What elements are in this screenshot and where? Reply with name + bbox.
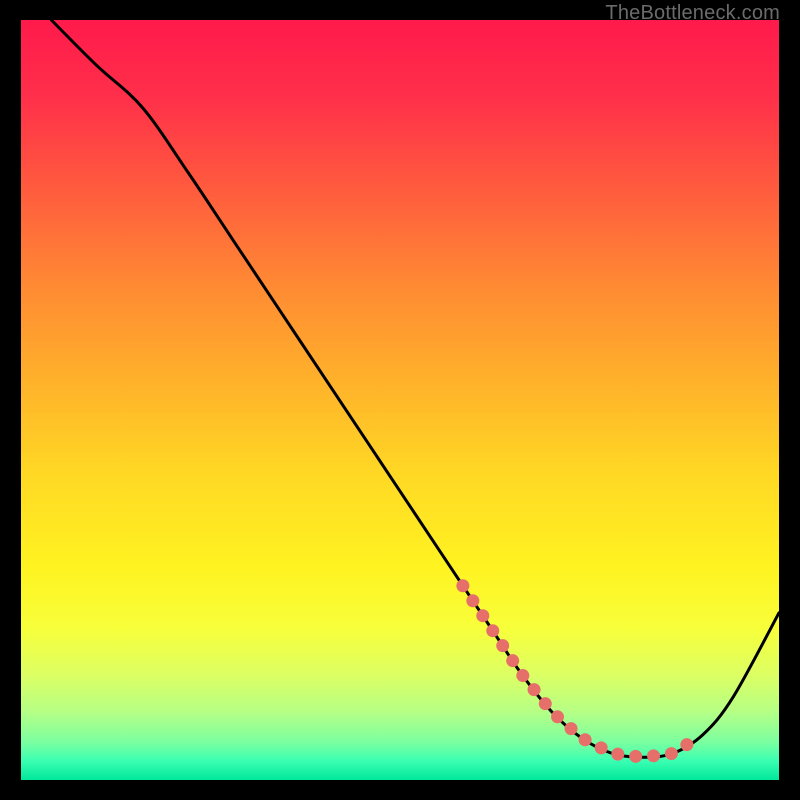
- valley-dot: [476, 609, 489, 622]
- gradient-background: [21, 20, 779, 780]
- valley-dot: [647, 749, 660, 762]
- valley-dot: [506, 654, 519, 667]
- valley-dot: [611, 748, 624, 761]
- valley-dot: [665, 747, 678, 760]
- valley-dot: [551, 710, 564, 723]
- valley-dot: [579, 733, 592, 746]
- bottleneck-chart: [21, 20, 779, 780]
- watermark-text: TheBottleneck.com: [605, 2, 780, 25]
- valley-dot: [595, 741, 608, 754]
- valley-dot: [466, 594, 479, 607]
- valley-dot: [496, 639, 509, 652]
- valley-dot: [680, 738, 693, 751]
- valley-dot: [456, 579, 469, 592]
- valley-dot: [539, 697, 552, 710]
- valley-dot: [486, 624, 499, 637]
- valley-dot: [528, 683, 541, 696]
- valley-dot: [565, 722, 578, 735]
- valley-dot: [516, 669, 529, 682]
- chart-container: TheBottleneck.com: [0, 0, 800, 800]
- valley-dot: [629, 750, 642, 763]
